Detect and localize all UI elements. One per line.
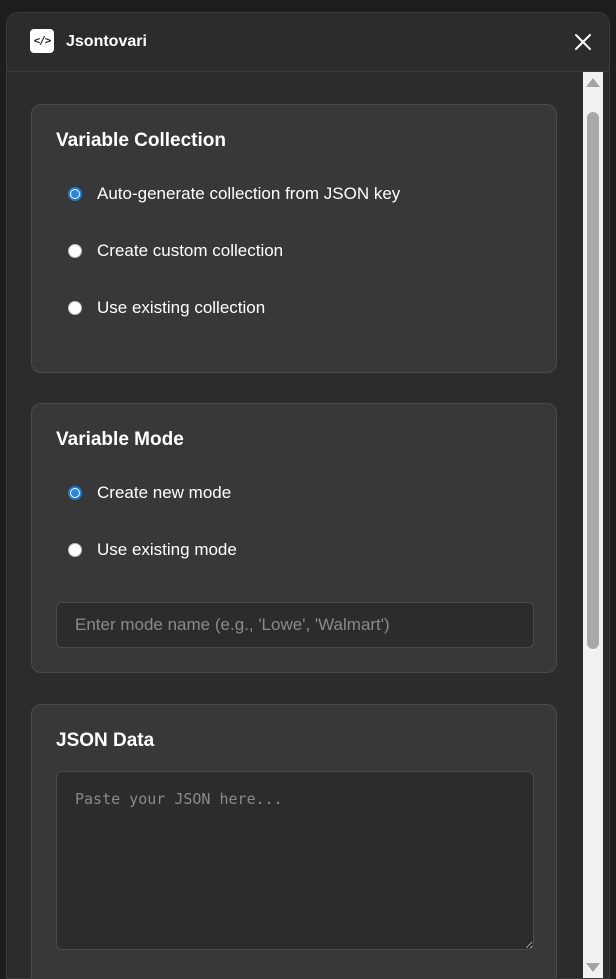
close-button[interactable]: [571, 30, 595, 54]
radio-unchecked-icon[interactable]: [68, 244, 82, 258]
radio-label: Create new mode: [97, 483, 232, 502]
scroll-thumb[interactable]: [587, 112, 599, 649]
radio-existing-collection[interactable]: Use existing collection: [68, 296, 265, 320]
vertical-scrollbar[interactable]: [583, 72, 603, 978]
code-icon: </>: [30, 29, 54, 53]
radio-checked-icon[interactable]: [68, 486, 82, 500]
radio-create-new-mode[interactable]: Create new mode: [68, 481, 231, 505]
radio-existing-mode[interactable]: Use existing mode: [68, 538, 237, 562]
variable-collection-card: Variable Collection Auto-generate collec…: [31, 104, 557, 373]
variable-collection-title: Variable Collection: [56, 130, 226, 151]
json-data-card: JSON Data: [31, 704, 557, 978]
mode-name-input[interactable]: [56, 602, 534, 648]
variable-mode-title: Variable Mode: [56, 429, 184, 450]
scroll-up-arrow-icon[interactable]: [586, 78, 600, 87]
json-data-title: JSON Data: [56, 730, 155, 751]
json-textarea[interactable]: [56, 771, 534, 950]
plugin-window: </> Jsontovari Variable Collection Auto-…: [6, 12, 610, 979]
radio-custom-collection[interactable]: Create custom collection: [68, 239, 283, 263]
radio-unchecked-icon[interactable]: [68, 301, 82, 315]
close-icon: [575, 34, 591, 50]
radio-label: Use existing mode: [97, 540, 237, 559]
radio-unchecked-icon[interactable]: [68, 543, 82, 557]
radio-auto-generate-collection[interactable]: Auto-generate collection from JSON key: [68, 182, 400, 206]
radio-label: Create custom collection: [97, 241, 284, 260]
radio-label: Auto-generate collection from JSON key: [97, 184, 401, 203]
app-title: Jsontovari: [66, 33, 147, 50]
variable-mode-card: Variable Mode Create new mode Use existi…: [31, 403, 557, 673]
title-bar: </> Jsontovari: [7, 13, 609, 72]
radio-label: Use existing collection: [97, 298, 266, 317]
radio-checked-icon[interactable]: [68, 187, 82, 201]
scroll-down-arrow-icon[interactable]: [586, 963, 600, 972]
scroll-content: Variable Collection Auto-generate collec…: [7, 72, 583, 978]
